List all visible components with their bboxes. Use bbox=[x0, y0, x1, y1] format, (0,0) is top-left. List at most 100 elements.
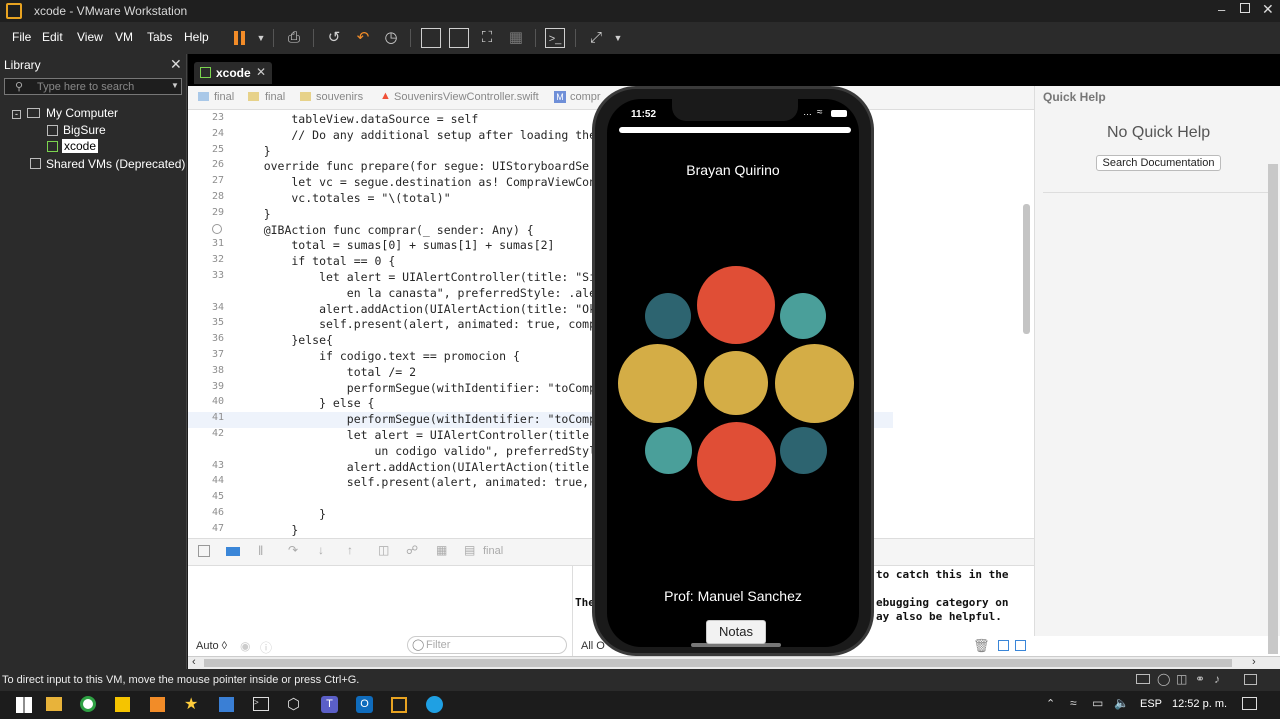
snapshot-manager-icon[interactable]: ◷ bbox=[381, 28, 401, 48]
battery-icon[interactable]: ▭ bbox=[1092, 696, 1103, 710]
hard-disk-icon[interactable] bbox=[1136, 674, 1150, 684]
split-view-icon[interactable] bbox=[1015, 640, 1026, 651]
code-line[interactable]: } bbox=[236, 207, 271, 221]
circle-teal[interactable] bbox=[645, 427, 692, 474]
code-line[interactable]: un codigo valido", preferredStyl bbox=[236, 444, 596, 458]
collapse-icon[interactable]: - bbox=[12, 110, 21, 119]
code-line[interactable]: override func prepare(for segue: UIStory… bbox=[236, 159, 589, 173]
chevron-down-icon[interactable]: ▼ bbox=[251, 28, 271, 48]
circle-gold[interactable] bbox=[704, 351, 768, 415]
menu-tabs[interactable]: Tabs bbox=[147, 30, 172, 44]
tree-item-my-computer[interactable]: My Computer bbox=[46, 106, 118, 120]
breakpoint-marker-icon[interactable] bbox=[212, 224, 222, 234]
chevron-down-icon[interactable]: ▼ bbox=[171, 81, 179, 90]
hide-debug-area-icon[interactable] bbox=[198, 545, 210, 557]
circle-red[interactable] bbox=[697, 266, 775, 344]
app-icon[interactable] bbox=[80, 696, 96, 712]
code-line[interactable]: performSegue(withIdentifier: "toComp bbox=[236, 412, 596, 426]
file-explorer-icon[interactable] bbox=[46, 697, 62, 711]
split-view-icon[interactable] bbox=[998, 640, 1009, 651]
console-view-icon[interactable]: >_ bbox=[545, 28, 565, 48]
code-line[interactable]: if total == 0 { bbox=[236, 254, 395, 268]
menu-help[interactable]: Help bbox=[184, 30, 209, 44]
circle-teal-dark[interactable] bbox=[780, 427, 827, 474]
tab-xcode[interactable]: xcode ✕ bbox=[194, 62, 272, 84]
variables-filter-input[interactable]: ◯ Filter bbox=[407, 636, 567, 654]
language-indicator[interactable]: ESP bbox=[1140, 698, 1162, 710]
edge-icon[interactable] bbox=[426, 696, 443, 713]
code-line[interactable]: } bbox=[236, 144, 271, 158]
notifications-icon[interactable] bbox=[1242, 697, 1257, 710]
pause-icon[interactable]: ‖ bbox=[258, 543, 263, 558]
code-line[interactable]: } bbox=[236, 523, 298, 537]
terminal-icon[interactable]: > bbox=[253, 697, 269, 711]
cd-rom-icon[interactable]: ◯ bbox=[1157, 672, 1170, 686]
search-documentation-button[interactable]: Search Documentation bbox=[1096, 155, 1221, 171]
info-icon[interactable]: ⓘ bbox=[260, 639, 272, 656]
pause-icon[interactable] bbox=[229, 28, 249, 48]
code-line[interactable]: } bbox=[236, 507, 326, 521]
code-line[interactable]: alert.addAction(UIAlertAction(title bbox=[236, 460, 589, 474]
minimize-button[interactable]: – bbox=[1218, 2, 1225, 17]
code-line[interactable]: performSegue(withIdentifier: "toComp bbox=[236, 381, 596, 395]
teams-icon[interactable]: T bbox=[321, 696, 338, 713]
breadcrumb-item[interactable]: final bbox=[214, 91, 234, 103]
thumbnail-bar-icon[interactable] bbox=[449, 28, 469, 48]
circle-teal-dark[interactable] bbox=[645, 293, 691, 339]
code-line[interactable]: self.present(alert, animated: true, bbox=[236, 475, 589, 489]
snapshot-icon[interactable]: ↺ bbox=[324, 28, 344, 48]
stretch-icon[interactable]: ⤢ bbox=[586, 28, 606, 48]
code-line[interactable]: self.present(alert, animated: true, comp bbox=[236, 317, 596, 331]
send-ctrl-alt-del-icon[interactable]: ⎙ bbox=[284, 28, 304, 48]
tree-item-bigsure[interactable]: BigSure bbox=[63, 123, 106, 137]
unity-icon[interactable]: ▦ bbox=[506, 28, 526, 48]
volume-icon[interactable]: 🔈 bbox=[1114, 696, 1129, 710]
vertical-scrollbar[interactable] bbox=[1268, 164, 1278, 654]
breadcrumb-item[interactable]: SouvenirsViewController.swift bbox=[394, 91, 539, 103]
revert-snapshot-icon[interactable]: ↶ bbox=[353, 28, 373, 48]
breadcrumb-item[interactable]: final bbox=[265, 91, 285, 103]
chevron-up-icon[interactable]: ⌃ bbox=[1046, 697, 1055, 710]
usb-icon[interactable]: ⚭ bbox=[1195, 672, 1205, 686]
code-line[interactable]: if codigo.text == promocion { bbox=[236, 349, 520, 363]
code-line[interactable]: tableView.dataSource = self bbox=[236, 112, 478, 126]
show-library-icon[interactable] bbox=[421, 28, 441, 48]
horizontal-scrollbar[interactable]: ‹ › bbox=[188, 656, 1280, 669]
network-icon[interactable]: ◫ bbox=[1176, 672, 1187, 686]
menu-vm[interactable]: VM bbox=[115, 30, 133, 44]
circle-gold[interactable] bbox=[618, 344, 697, 423]
clock[interactable]: 12:52 p. m. bbox=[1172, 698, 1227, 710]
code-line[interactable]: } else { bbox=[236, 396, 374, 410]
code-line[interactable]: vc.totales = "\(total)" bbox=[236, 191, 450, 205]
chevron-down-icon[interactable]: ▼ bbox=[608, 28, 628, 48]
memory-graph-icon[interactable]: ☍ bbox=[406, 543, 418, 557]
maximize-button[interactable] bbox=[1240, 3, 1250, 13]
app-icon[interactable] bbox=[150, 697, 165, 712]
code-line[interactable]: en la canasta", preferredStyle: .ale bbox=[236, 286, 596, 300]
circle-red[interactable] bbox=[697, 422, 776, 501]
code-line[interactable]: alert.addAction(UIAlertAction(title: "Ok bbox=[236, 302, 596, 316]
circle-gold[interactable] bbox=[775, 344, 854, 423]
code-line[interactable]: }else{ bbox=[236, 333, 333, 347]
close-button[interactable]: ✕ bbox=[1262, 1, 1274, 18]
notas-button[interactable]: Notas bbox=[706, 620, 766, 644]
breakpoints-toggle-icon[interactable] bbox=[226, 547, 240, 556]
step-out-icon[interactable]: ↑ bbox=[347, 543, 353, 557]
star-icon[interactable]: ★ bbox=[184, 694, 198, 714]
eye-icon[interactable]: ◉ bbox=[240, 639, 250, 653]
location-icon[interactable]: ▤ bbox=[464, 543, 475, 557]
code-line[interactable]: // Do any additional setup after loading… bbox=[236, 128, 596, 142]
cube-icon[interactable]: ⬡ bbox=[287, 695, 300, 713]
step-over-icon[interactable]: ↷ bbox=[288, 543, 298, 557]
tree-item-xcode[interactable]: xcode bbox=[62, 139, 99, 153]
code-line[interactable]: let vc = segue.destination as! CompraVie… bbox=[236, 175, 596, 189]
iphone-simulator[interactable]: 11:52 … ≈ Brayan Quirino Prof: Manuel Sa… bbox=[592, 86, 874, 656]
app-icon[interactable] bbox=[219, 697, 234, 712]
menu-file[interactable]: File bbox=[12, 30, 31, 44]
code-line[interactable]: @IBAction func comprar(_ sender: Any) { bbox=[236, 223, 534, 237]
scroll-thumb[interactable] bbox=[204, 659, 1232, 667]
trash-icon[interactable]: 🗑 bbox=[973, 638, 990, 654]
tree-item-shared-vms[interactable]: Shared VMs (Deprecated) bbox=[46, 157, 185, 171]
code-line[interactable]: total = sumas[0] + sumas[1] + sumas[2] bbox=[236, 238, 554, 252]
menu-edit[interactable]: Edit bbox=[42, 30, 63, 44]
